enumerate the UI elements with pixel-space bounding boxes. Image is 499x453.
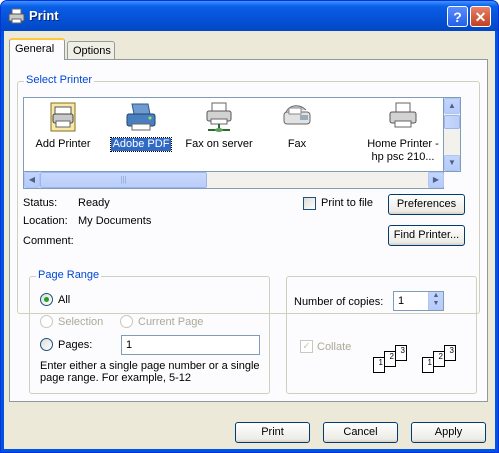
collate-page: 3	[395, 345, 407, 361]
window-title: Print	[29, 8, 59, 23]
scroll-right-arrow-icon[interactable]: ▶	[428, 172, 444, 188]
fax-icon	[283, 105, 311, 125]
printer-label: Home Printer - hp psc 210...	[367, 138, 439, 163]
printer-label: Adobe PDF	[109, 137, 173, 152]
network-printer-icon	[206, 102, 232, 132]
help-button[interactable]: ?	[447, 6, 468, 27]
title-bar[interactable]: Print ? ✕	[1, 1, 498, 31]
print-dialog: Print ? ✕ General Options Select Printer	[0, 0, 499, 453]
cancel-button[interactable]: Cancel	[323, 422, 398, 443]
add-printer-icon	[50, 102, 76, 132]
general-tab-panel: Select Printer Add Printer Adobe PDF Fax…	[9, 59, 488, 402]
number-of-copies-label: Number of copies:	[294, 296, 384, 308]
location-label: Location:	[23, 215, 68, 227]
scroll-left-arrow-icon[interactable]: ◀	[24, 172, 40, 188]
page-range-all-radio[interactable]	[40, 293, 53, 306]
select-printer-legend: Select Printer	[24, 74, 95, 86]
printer-item-home-printer[interactable]: Home Printer - hp psc 210...	[364, 100, 442, 164]
print-button[interactable]: Print	[235, 422, 310, 443]
page-range-pages-label[interactable]: Pages:	[58, 339, 92, 352]
comment-label: Comment:	[23, 235, 74, 247]
printer-app-icon	[8, 8, 25, 24]
page-range-selection-label[interactable]: Selection	[58, 316, 103, 329]
horizontal-scroll-thumb[interactable]: |||	[40, 172, 207, 188]
dialog-body: General Options Select Printer Add Print…	[4, 31, 495, 449]
status-value: Ready	[78, 197, 110, 209]
printer-label: Fax on server	[185, 138, 253, 150]
scroll-down-arrow-icon[interactable]: ▼	[444, 155, 460, 171]
find-printer-button[interactable]: Find Printer...	[388, 225, 465, 246]
close-button[interactable]: ✕	[470, 6, 491, 27]
apply-button[interactable]: Apply	[411, 422, 486, 443]
printer-item-adobe-pdf[interactable]: Adobe PDF	[102, 100, 180, 152]
status-label: Status:	[23, 197, 58, 209]
page-range-current-page-radio[interactable]	[120, 315, 133, 328]
printer-list[interactable]: Add Printer Adobe PDF Fax on server Fax …	[23, 97, 444, 172]
collate-label[interactable]: Collate	[317, 341, 351, 354]
page-range-legend: Page Range	[36, 269, 102, 281]
printer-item-add-printer[interactable]: Add Printer	[24, 100, 102, 151]
location-value: My Documents	[78, 215, 152, 227]
tab-options[interactable]: Options	[67, 41, 115, 61]
printer-label: Fax	[287, 138, 307, 150]
copies-spinner-icon[interactable]: ▲ ▼	[428, 292, 443, 310]
printer-list-vertical-scrollbar[interactable]: ▲ ▼	[444, 97, 461, 172]
pages-input[interactable]: 1	[121, 335, 260, 355]
collate-checkbox[interactable]: ✓	[300, 340, 313, 353]
print-to-file-label[interactable]: Print to file	[321, 197, 373, 210]
vertical-scroll-thumb[interactable]	[444, 115, 460, 129]
printer-icon	[389, 102, 417, 128]
page-range-selection-radio[interactable]	[40, 315, 53, 328]
scroll-up-arrow-icon[interactable]: ▲	[444, 98, 460, 114]
printer-label: Add Printer	[35, 138, 91, 150]
printer-item-fax[interactable]: Fax	[258, 100, 336, 151]
printer-item-fax-on-server[interactable]: Fax on server	[180, 100, 258, 151]
page-range-current-page-label[interactable]: Current Page	[138, 316, 203, 329]
preferences-button[interactable]: Preferences	[388, 194, 465, 215]
collate-page: 3	[444, 345, 456, 361]
page-range-hint: Enter either a single page number or a s…	[40, 360, 260, 384]
page-range-pages-radio[interactable]	[40, 338, 53, 351]
tab-general[interactable]: General	[9, 38, 65, 60]
copies-group	[286, 276, 477, 394]
page-range-all-label[interactable]: All	[58, 294, 70, 307]
print-to-file-checkbox[interactable]	[303, 197, 316, 210]
printer-list-horizontal-scrollbar[interactable]: ◀ ||| ▶	[23, 172, 444, 189]
printer-icon	[126, 103, 156, 131]
